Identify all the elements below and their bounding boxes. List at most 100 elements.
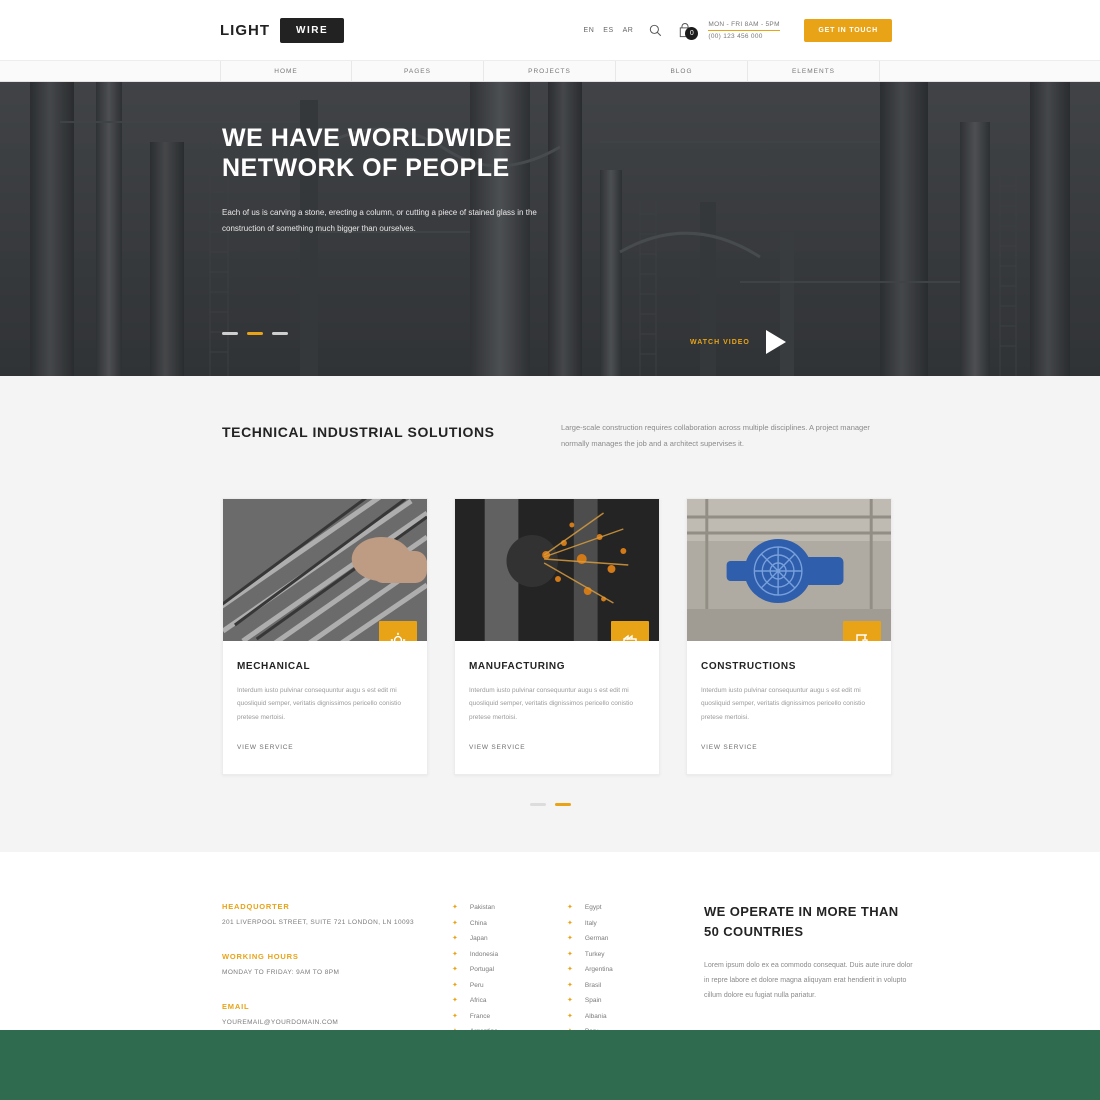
hero-subtitle: Each of us is carving a stone, erecting … [222,208,537,233]
view-service-link[interactable]: VIEW SERVICE [237,744,293,751]
list-item[interactable]: ✦ Egypt [567,904,682,911]
country-name: Peru [469,981,484,989]
list-item[interactable]: ✦ Pakistan [452,904,567,911]
top-header-bar: LIGHT WIRE EN ES AR 0 MON - FRI 8AM - 5P… [0,0,1100,60]
nav-item-projects[interactable]: PROJECTS [484,61,616,81]
star-icon: ✦ [567,904,573,912]
list-item[interactable]: ✦ China [452,920,567,927]
country-name: Japan [469,935,488,943]
footer-country-column-1: ✦ Pakistan ✦ China ✦ Japan ✦ Indonesia ✦ Port… [452,902,567,1030]
hero-banner: WE HAVE WORLDWIDE NETWORK OF PEOPLE Each… [0,82,1100,376]
footer-headline-line-2: 50 COUNTRIES [704,923,804,939]
services-carousel-dots [0,803,1100,807]
logo-text-primary: LIGHT [220,21,270,39]
hero-slider-dot-3[interactable] [272,332,288,335]
star-icon: ✦ [452,966,458,974]
list-item[interactable]: ✦ Spain [567,997,682,1004]
country-name: China [469,919,487,927]
watch-video-label: WATCH VIDEO [690,338,750,346]
hours-divider [708,29,781,31]
language-option-en[interactable]: EN [584,27,595,34]
country-name: Egypt [584,904,602,912]
country-name: Africa [469,997,487,1005]
star-icon: ✦ [452,904,458,912]
star-icon: ✦ [452,981,458,989]
play-icon[interactable] [765,330,786,354]
footer-working-hours-value: MONDAY TO FRIDAY: 9AM TO 8PM [222,969,340,977]
nav-item-blog[interactable]: BLOG [616,61,748,81]
footer-section: HEADQUORTER 201 LIVERPOOL STREET, SUITE … [0,852,1100,1030]
watch-video-control[interactable]: WATCH VIDEO [690,330,786,354]
list-item[interactable]: ✦ Portugal [452,966,567,973]
nav-item-pages[interactable]: PAGES [352,61,484,81]
list-item[interactable]: ✦ Argentina [452,1028,567,1030]
footer-headline: WE OPERATE IN MORE THAN 50 COUNTRIES [704,902,919,941]
footer-country-column-2: ✦ Egypt ✦ Italy ✦ German ✦ Turkey ✦ Argentina… [567,902,682,1030]
services-carousel-dot-2[interactable] [554,803,571,807]
search-icon[interactable] [649,24,662,37]
list-item[interactable]: ✦ German [567,935,682,942]
hero-slider-dot-2[interactable] [247,332,263,335]
hero-title: WE HAVE WORLDWIDE NETWORK OF PEOPLE [222,124,682,183]
list-item[interactable]: ✦ Turkey [567,951,682,958]
language-option-ar[interactable]: AR [623,27,634,34]
site-logo[interactable]: LIGHT WIRE [220,17,345,43]
hero-slider-dot-1[interactable] [222,332,238,335]
list-item[interactable]: ✦ Indonesia [452,951,567,958]
manufacturing-photo [455,498,659,641]
list-item[interactable]: ✦ France [452,1013,567,1020]
footer-contact-column: HEADQUORTER 201 LIVERPOOL STREET, SUITE … [222,902,452,1030]
star-icon: ✦ [567,997,573,1005]
country-name: Argentina [584,966,613,974]
footer-working-hours-label: WORKING HOURS [222,952,299,962]
footer-email-label: EMAIL [222,1002,250,1012]
list-item[interactable]: ✦ Africa [452,997,567,1004]
crane-icon [843,620,881,641]
services-section: TECHNICAL INDUSTRIAL SOLUTIONS Large-sca… [0,376,1100,853]
language-switcher[interactable]: EN ES AR [584,27,634,34]
cart-count-badge: 0 [685,26,699,40]
mechanical-photo [223,498,427,641]
footer-headline-column: WE OPERATE IN MORE THAN 50 COUNTRIES Lor… [704,902,919,1030]
service-card-image [223,498,427,641]
footer-headline-line-1: WE OPERATE IN MORE THAN [704,904,899,920]
footer-email-value[interactable]: YOUREMAIL@YOURDOMAIN.COM [222,1019,452,1026]
constructions-photo [687,498,891,641]
services-carousel-dot-1[interactable] [529,803,546,807]
footer-body-text: Lorem ipsum dolo ex ea commodo consequat… [704,962,913,999]
hero-content: WE HAVE WORLDWIDE NETWORK OF PEOPLE Each… [222,124,682,237]
services-description: Large-scale construction requires collab… [560,423,870,448]
service-card-image [455,498,659,641]
list-item[interactable]: ✦ Italy [567,920,682,927]
service-card[interactable]: CONSTRUCTIONS Interdum iusto pulvinar co… [686,497,892,776]
gear-icon [379,620,417,641]
star-icon: ✦ [567,919,573,927]
get-in-touch-button[interactable]: GET IN TOUCH [804,18,892,42]
view-service-link[interactable]: VIEW SERVICE [701,744,757,751]
nav-item-elements[interactable]: ELEMENTS [748,61,880,81]
view-service-link[interactable]: VIEW SERVICE [469,744,525,751]
service-card-body: MANUFACTURING Interdum iusto pulvinar co… [455,641,659,775]
service-card-title: CONSTRUCTIONS [701,660,797,672]
service-card[interactable]: MECHANICAL Interdum iusto pulvinar conse… [222,497,428,776]
logo-badge: WIRE [280,17,345,43]
list-item[interactable]: ✦ Albania [567,1013,682,1020]
nav-item-home[interactable]: HOME [220,61,352,81]
country-name: Peru [585,1028,599,1030]
cart-icon[interactable]: 0 [678,22,699,40]
country-name: Spain [584,997,602,1005]
list-item[interactable]: ✦ Peru [452,982,567,989]
list-item[interactable]: ✦ Peru [567,1028,682,1030]
hero-slider-dots [222,332,288,335]
service-card[interactable]: MANUFACTURING Interdum iusto pulvinar co… [454,497,660,776]
service-card-text: Interdum iusto pulvinar consequuntur aug… [701,686,866,721]
language-option-es[interactable]: ES [603,27,613,34]
service-card-title: MANUFACTURING [469,660,566,672]
list-item[interactable]: ✦ Argentina [567,966,682,973]
country-name: Argentina [470,1028,498,1030]
list-item[interactable]: ✦ Japan [452,935,567,942]
footer-headquarter-value: 201 LIVERPOOL STREET, SUITE 721 LONDON, … [222,919,415,927]
list-item[interactable]: ✦ Brasil [567,982,682,989]
country-name: Brasil [584,981,602,989]
star-icon: ✦ [452,1012,458,1020]
